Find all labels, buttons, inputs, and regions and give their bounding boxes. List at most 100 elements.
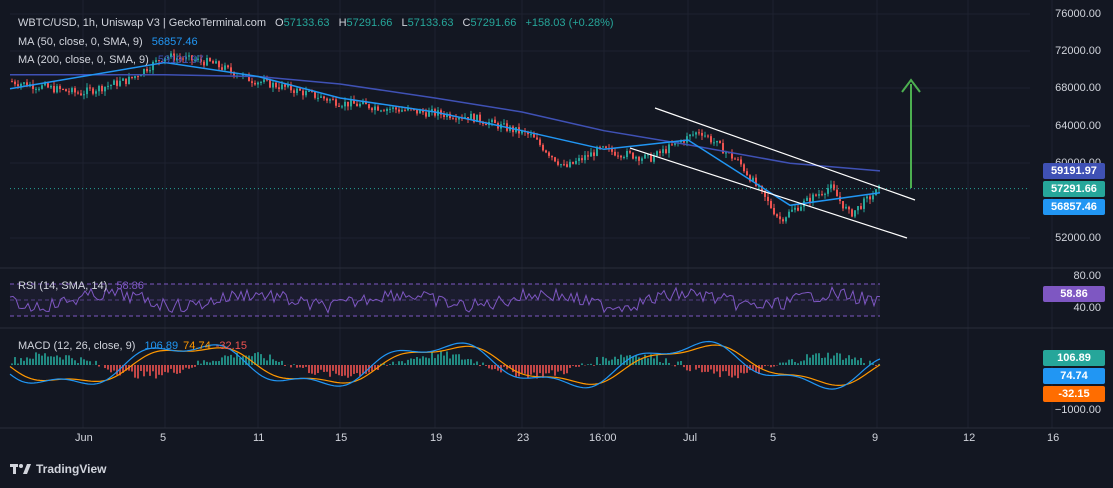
ma200-legend: MA (200, close, 0, SMA, 9) 59191.97 [18,53,210,67]
candle-body [101,86,103,92]
macd-histogram-bar [839,353,841,365]
time-tick: 15 [335,432,348,444]
macd-histogram-bar [653,358,655,365]
macd-histogram-bar [803,360,805,365]
macd-histogram-bar [734,365,736,376]
ma200-price-tag: 59191.97 [1043,163,1105,179]
tradingview-logo[interactable]: TradingView [10,462,106,476]
candle-body [83,94,85,96]
macd-histogram-bar [32,358,34,365]
candle-body [539,139,541,145]
macd-histogram-bar [344,365,346,376]
candle-body [14,81,16,85]
macd-hist-tag: -32.15 [1043,386,1105,402]
macd-histogram-bar [635,355,637,365]
candle-body [368,104,370,109]
macd-histogram-bar [611,359,613,365]
macd-histogram-bar [305,365,307,367]
macd-histogram-bar [326,365,328,372]
macd-histogram-bar [320,365,322,370]
time-tick: 19 [430,432,443,444]
candle-body [383,110,385,112]
candle-body [623,157,625,159]
macd-histogram-bar [647,358,649,365]
open-value: 57133.63 [283,17,330,29]
macd-histogram-bar [413,358,415,365]
candle-body [251,81,253,83]
macd-histogram-bar [704,365,706,372]
ma50-label: MA (50, close, 0, SMA, 9) [18,36,143,48]
macd-histogram-bar [539,365,541,374]
macd-histogram-bar [833,355,835,365]
macd-histogram-bar [188,365,190,369]
candle-body [296,88,298,93]
macd-histogram-bar [53,356,55,365]
macd-histogram-bar [524,365,526,374]
macd-histogram-bar [137,365,139,379]
macd-histogram-bar [596,357,598,365]
macd-histogram-bar [767,365,769,366]
price-tick: 68000.00 [1055,82,1101,94]
macd-histogram-bar [710,365,712,370]
macd-histogram-bar [41,355,43,365]
macd-histogram-bar [359,365,361,377]
macd-histogram-bar [449,358,451,365]
close-label: C [462,17,471,29]
candle-body [692,134,694,136]
macd-histogram-bar [722,365,724,372]
macd-histogram-bar [98,365,100,367]
macd-histogram-bar [59,357,61,365]
candle-body [860,206,862,209]
chart-canvas[interactable] [0,0,1113,488]
candle-body [341,106,343,108]
candle-body [689,134,691,137]
macd-histogram-bar [566,365,568,374]
candle-body [593,152,595,156]
macd-value-tag: 106.89 [1043,350,1105,366]
macd-histogram-bar [26,357,28,365]
macd-histogram-bar [203,360,205,365]
macd-histogram-bar [215,361,217,365]
candle-body [770,201,772,208]
ohlc-values: O57133.63 H57291.66 L57133.63 C57291.66 … [275,17,619,29]
macd-histogram-bar [752,365,754,370]
price-tick: 76000.00 [1055,8,1101,20]
candle-body [782,219,784,222]
macd-histogram-bar [614,356,616,365]
candle-body [791,209,793,212]
candle-body [224,65,226,70]
candle-body [215,61,217,64]
candle-body [740,159,742,165]
macd-histogram-bar [863,363,865,365]
macd-histogram-bar [815,353,817,365]
macd-histogram-bar [428,358,430,365]
macd-histogram-bar [164,365,166,372]
candle-body [260,81,262,83]
macd-histogram-bar [341,365,343,377]
candle-body [68,91,70,93]
candle-body [632,152,634,159]
candle-body [566,164,568,167]
candle-body [134,76,136,79]
macd-histogram-bar [167,365,169,373]
candle-body [875,189,877,196]
candle-body [404,110,406,112]
macd-histogram-bar [263,358,265,365]
macd-histogram-bar [431,352,433,365]
candle-body [617,155,619,157]
open-label: O [275,17,284,29]
candle-body [536,137,538,140]
macd-histogram-bar [173,365,175,373]
macd-histogram-bar [185,365,187,368]
candle-body [299,88,301,91]
low-label: L [401,17,408,29]
macd-histogram-bar [740,365,742,373]
candle-body [707,135,709,137]
macd-histogram-bar [677,361,679,365]
macd-histogram-bar [308,365,310,374]
candle-body [323,96,325,99]
macd-histogram-bar [155,365,157,379]
candle-body [530,134,532,136]
candle-body [641,158,643,161]
candle-body [275,82,277,88]
